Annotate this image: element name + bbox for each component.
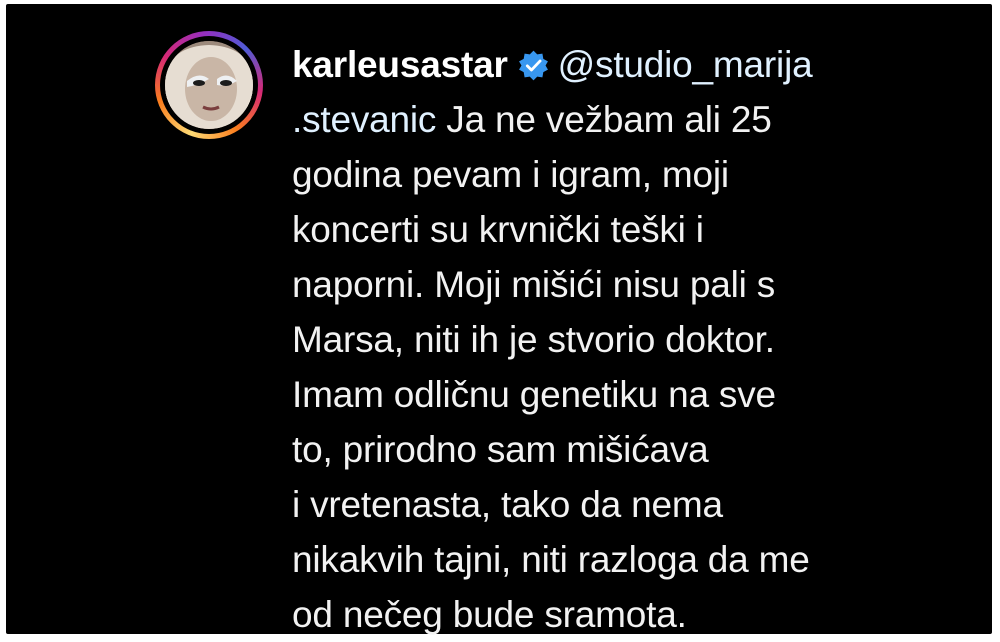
- comment-body-line: Marsa, niti ih je stvorio doktor.: [292, 319, 775, 360]
- comment-body-line: od nečeg bude sramota.: [292, 594, 687, 635]
- mention-link[interactable]: @studio_marija: [558, 44, 813, 85]
- comment-line-2: .stevanic Ja ne vežbam ali 25: [292, 92, 982, 147]
- screenshot-frame: karleusastar @studio_marija .stevanic Ja…: [0, 0, 1000, 640]
- avatar-photo-icon: [165, 41, 253, 129]
- avatar-ring-gap: [160, 36, 258, 134]
- comment-body-line: i vretenasta, tako da nema: [292, 484, 723, 525]
- verified-badge-icon: [518, 50, 548, 81]
- comment-body-line: koncerti su krvnički teški i: [292, 209, 704, 250]
- avatar[interactable]: [165, 41, 253, 129]
- comment-body-line: Ja ne vežbam ali 25: [436, 99, 772, 140]
- avatar-story-ring[interactable]: [155, 31, 263, 139]
- comment-body-line: to, prirodno sam mišićava: [292, 429, 709, 470]
- comment-body-line: nikakvih tajni, niti razloga da me: [292, 539, 810, 580]
- comment-panel: karleusastar @studio_marija .stevanic Ja…: [6, 4, 992, 635]
- mention-link-continued[interactable]: .stevanic: [292, 99, 436, 140]
- comment-body-line: Imam odličnu genetiku na sve: [292, 374, 776, 415]
- comment-body-line: godina pevam i igram, moji: [292, 154, 729, 195]
- comment-body-line: naporni. Moji mišići nisu pali s: [292, 264, 776, 305]
- username-link[interactable]: karleusastar: [292, 44, 508, 85]
- comment-text: karleusastar @studio_marija .stevanic Ja…: [292, 37, 982, 642]
- comment-line-1: karleusastar @studio_marija: [292, 37, 982, 92]
